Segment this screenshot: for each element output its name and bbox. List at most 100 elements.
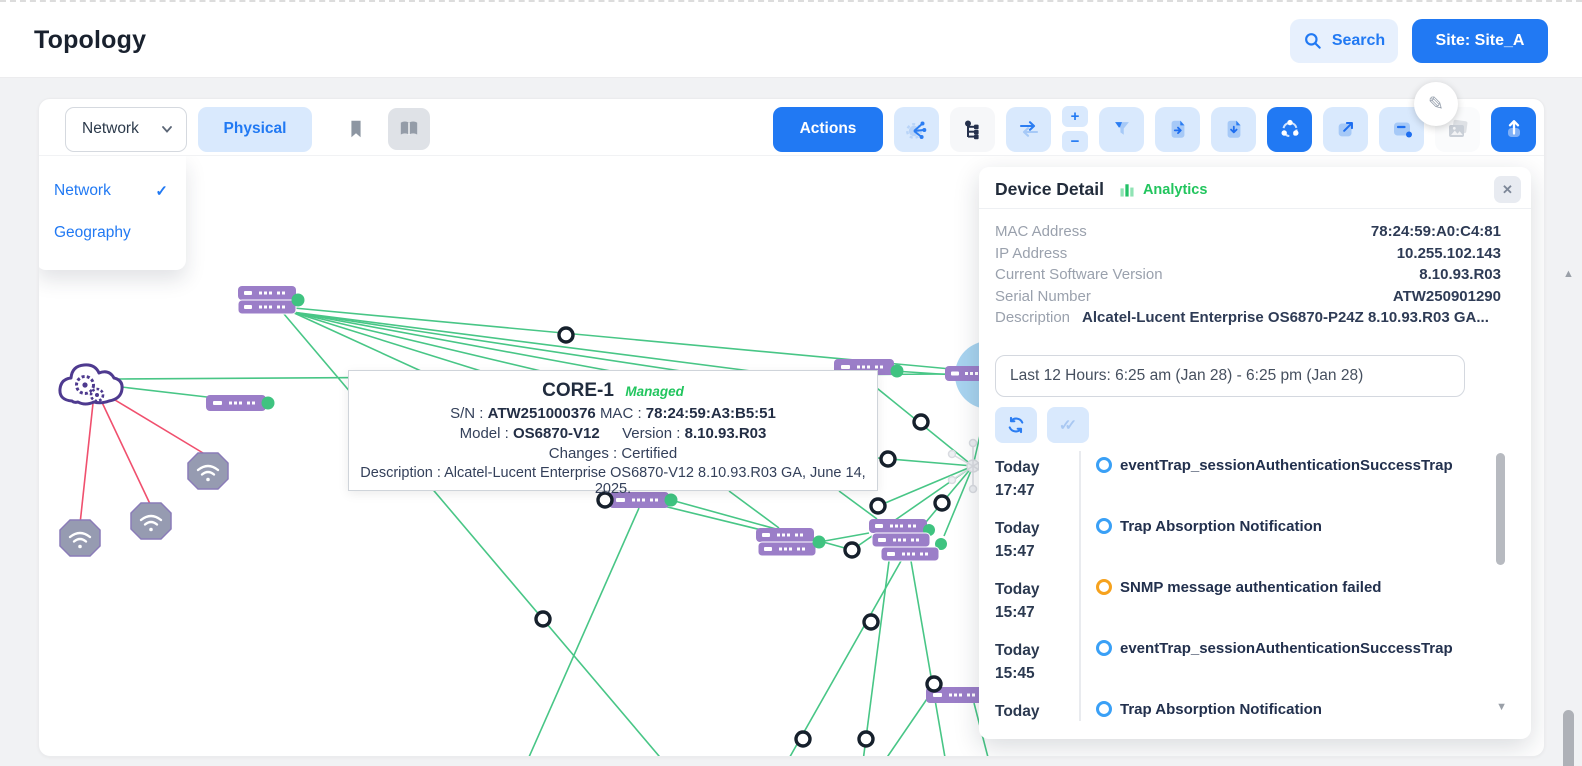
field-value: ATW250901290 <box>1393 286 1501 308</box>
event-time: Today15:45 <box>995 634 1079 695</box>
event-list-scrollbar-thumb[interactable] <box>1496 453 1505 565</box>
tooltip-device-name: CORE-1 <box>542 380 614 401</box>
field-row: Serial Number ATW250901290 <box>995 286 1501 308</box>
actions-button[interactable]: Actions <box>773 107 883 152</box>
refresh-button[interactable] <box>995 407 1037 443</box>
field-label: Description <box>995 307 1070 329</box>
topology-map[interactable]: Network ✓ Geography CORE-1 Managed S/N :… <box>39 155 1544 756</box>
mac-label: MAC : <box>600 405 642 422</box>
event-title: eventTrap_sessionAuthenticationSuccessTr… <box>1120 456 1453 474</box>
zoom-in-button[interactable]: + <box>1062 106 1088 127</box>
event-time: Today17:47 <box>995 451 1079 512</box>
time-range-value: Last 12 Hours: 6:25 am (Jan 28) - 6:25 p… <box>1010 367 1363 385</box>
event-row[interactable]: Today15:47 SNMP message authentication f… <box>995 573 1531 634</box>
field-label: Current Software Version <box>995 264 1163 286</box>
switch-stack-icon[interactable] <box>869 519 947 561</box>
field-row: Current Software Version 8.10.93.R03 <box>995 264 1501 286</box>
view-select[interactable]: Network <box>65 107 187 152</box>
app-header: Topology Search Site: Site_A <box>0 4 1582 78</box>
event-row[interactable]: Today15:45 eventTrap_sessionAuthenticati… <box>995 634 1531 695</box>
sync-loop-icon <box>1016 117 1042 141</box>
event-status-icon <box>1096 457 1112 473</box>
model-value: OS6870-V12 <box>513 425 600 442</box>
access-point-icon[interactable] <box>60 520 100 556</box>
field-value: Alcatel-Lucent Enterprise OS6870-P24Z 8.… <box>1082 307 1489 329</box>
field-label: IP Address <box>995 243 1067 265</box>
event-time: Today15:47 <box>995 512 1079 573</box>
export-file-button[interactable] <box>1155 107 1200 152</box>
minus-icon: − <box>1071 134 1080 149</box>
view-menu: Network ✓ Geography <box>39 156 186 270</box>
page-scrollbar-thumb[interactable] <box>1563 710 1574 766</box>
tree-view-button[interactable] <box>950 107 995 152</box>
time-range-input[interactable]: Last 12 Hours: 6:25 am (Jan 28) - 6:25 p… <box>995 355 1465 397</box>
version-label: Version : <box>622 425 680 442</box>
refresh-icon <box>1006 415 1026 435</box>
close-icon: ✕ <box>1502 182 1513 197</box>
menu-item-network[interactable]: Network ✓ <box>39 170 186 212</box>
zoom-controls: + − <box>1062 106 1088 152</box>
description-label: Description : <box>360 465 441 481</box>
site-label: Site: Site_A <box>1436 32 1525 50</box>
field-row: MAC Address 78:24:59:A0:C4:81 <box>995 221 1501 243</box>
field-value: 78:24:59:A0:C4:81 <box>1371 221 1501 243</box>
legend-book-button[interactable] <box>388 108 430 150</box>
tree-view-icon <box>961 117 985 141</box>
site-button[interactable]: Site: Site_A <box>1412 19 1548 63</box>
analytics-label: Analytics <box>1143 182 1207 198</box>
check-icon: ✓ <box>155 182 168 200</box>
sn-label: S/N : <box>450 405 483 422</box>
double-check-icon: ✓✓ <box>1059 416 1077 434</box>
page-title: Topology <box>34 26 146 55</box>
scroll-up-arrow-icon[interactable]: ▲ <box>1563 268 1574 280</box>
event-time: Today <box>995 695 1079 721</box>
upload-icon <box>1502 117 1526 141</box>
workspace: Network Physical Actions <box>0 78 1582 766</box>
panel-title: Device Detail <box>995 179 1104 200</box>
cloud-icon[interactable] <box>60 365 122 404</box>
event-row[interactable]: Today Trap Absorption Notification <box>995 695 1531 721</box>
bookmark-button[interactable] <box>335 108 377 150</box>
scroll-down-arrow-icon[interactable]: ▼ <box>1496 701 1507 713</box>
access-point-icon[interactable] <box>188 453 228 489</box>
physical-button[interactable]: Physical <box>198 107 312 152</box>
download-file-button[interactable] <box>1211 107 1256 152</box>
device-fields: MAC Address 78:24:59:A0:C4:81 IP Address… <box>979 209 1531 329</box>
mac-value: 78:24:59:A3:B5:51 <box>646 405 776 422</box>
upload-button[interactable] <box>1491 107 1536 152</box>
event-status-icon <box>1096 579 1112 595</box>
analytics-button[interactable]: Analytics <box>1118 181 1207 199</box>
event-row[interactable]: Today17:47 eventTrap_sessionAuthenticati… <box>995 451 1531 512</box>
topology-canvas: Network Physical Actions <box>38 98 1545 757</box>
access-point-icon[interactable] <box>131 503 171 539</box>
share-nodes-button[interactable] <box>1267 107 1312 152</box>
bookmark-icon <box>345 117 367 141</box>
event-list[interactable]: Today17:47 eventTrap_sessionAuthenticati… <box>995 451 1531 721</box>
sync-loop-button[interactable] <box>1006 107 1051 152</box>
gear-share-button[interactable] <box>894 107 939 152</box>
event-time: Today15:47 <box>995 573 1079 634</box>
gear-share-icon <box>905 117 929 141</box>
acknowledge-button[interactable]: ✓✓ <box>1047 407 1089 443</box>
switch-stack-icon[interactable] <box>756 528 826 556</box>
description-value: Alcatel-Lucent Enterprise OS6870-V12 8.1… <box>444 465 866 497</box>
event-row[interactable]: Today15:47 Trap Absorption Notification <box>995 512 1531 573</box>
switch-stack-icon[interactable] <box>238 286 305 314</box>
filter-icon <box>1111 118 1133 140</box>
filter-button[interactable] <box>1099 107 1144 152</box>
card-minus-icon <box>1390 118 1414 140</box>
zoom-out-button[interactable]: − <box>1062 131 1088 152</box>
search-button[interactable]: Search <box>1290 19 1398 63</box>
event-status-icon <box>1096 701 1112 717</box>
menu-item-geography[interactable]: Geography <box>39 212 186 254</box>
version-value: 8.10.93.R03 <box>685 425 767 442</box>
field-label: MAC Address <box>995 221 1087 243</box>
edit-pencil-button[interactable]: ✎ <box>1414 82 1458 126</box>
event-status-icon <box>1096 640 1112 656</box>
switch-icon[interactable] <box>206 395 275 411</box>
open-external-button[interactable] <box>1323 107 1368 152</box>
file-arrow-down-icon <box>1223 118 1245 140</box>
changes-value: Certified <box>621 445 677 462</box>
panel-close-button[interactable]: ✕ <box>1494 176 1521 203</box>
page-scrollbar[interactable]: ▲ ▼ <box>1561 78 1577 766</box>
